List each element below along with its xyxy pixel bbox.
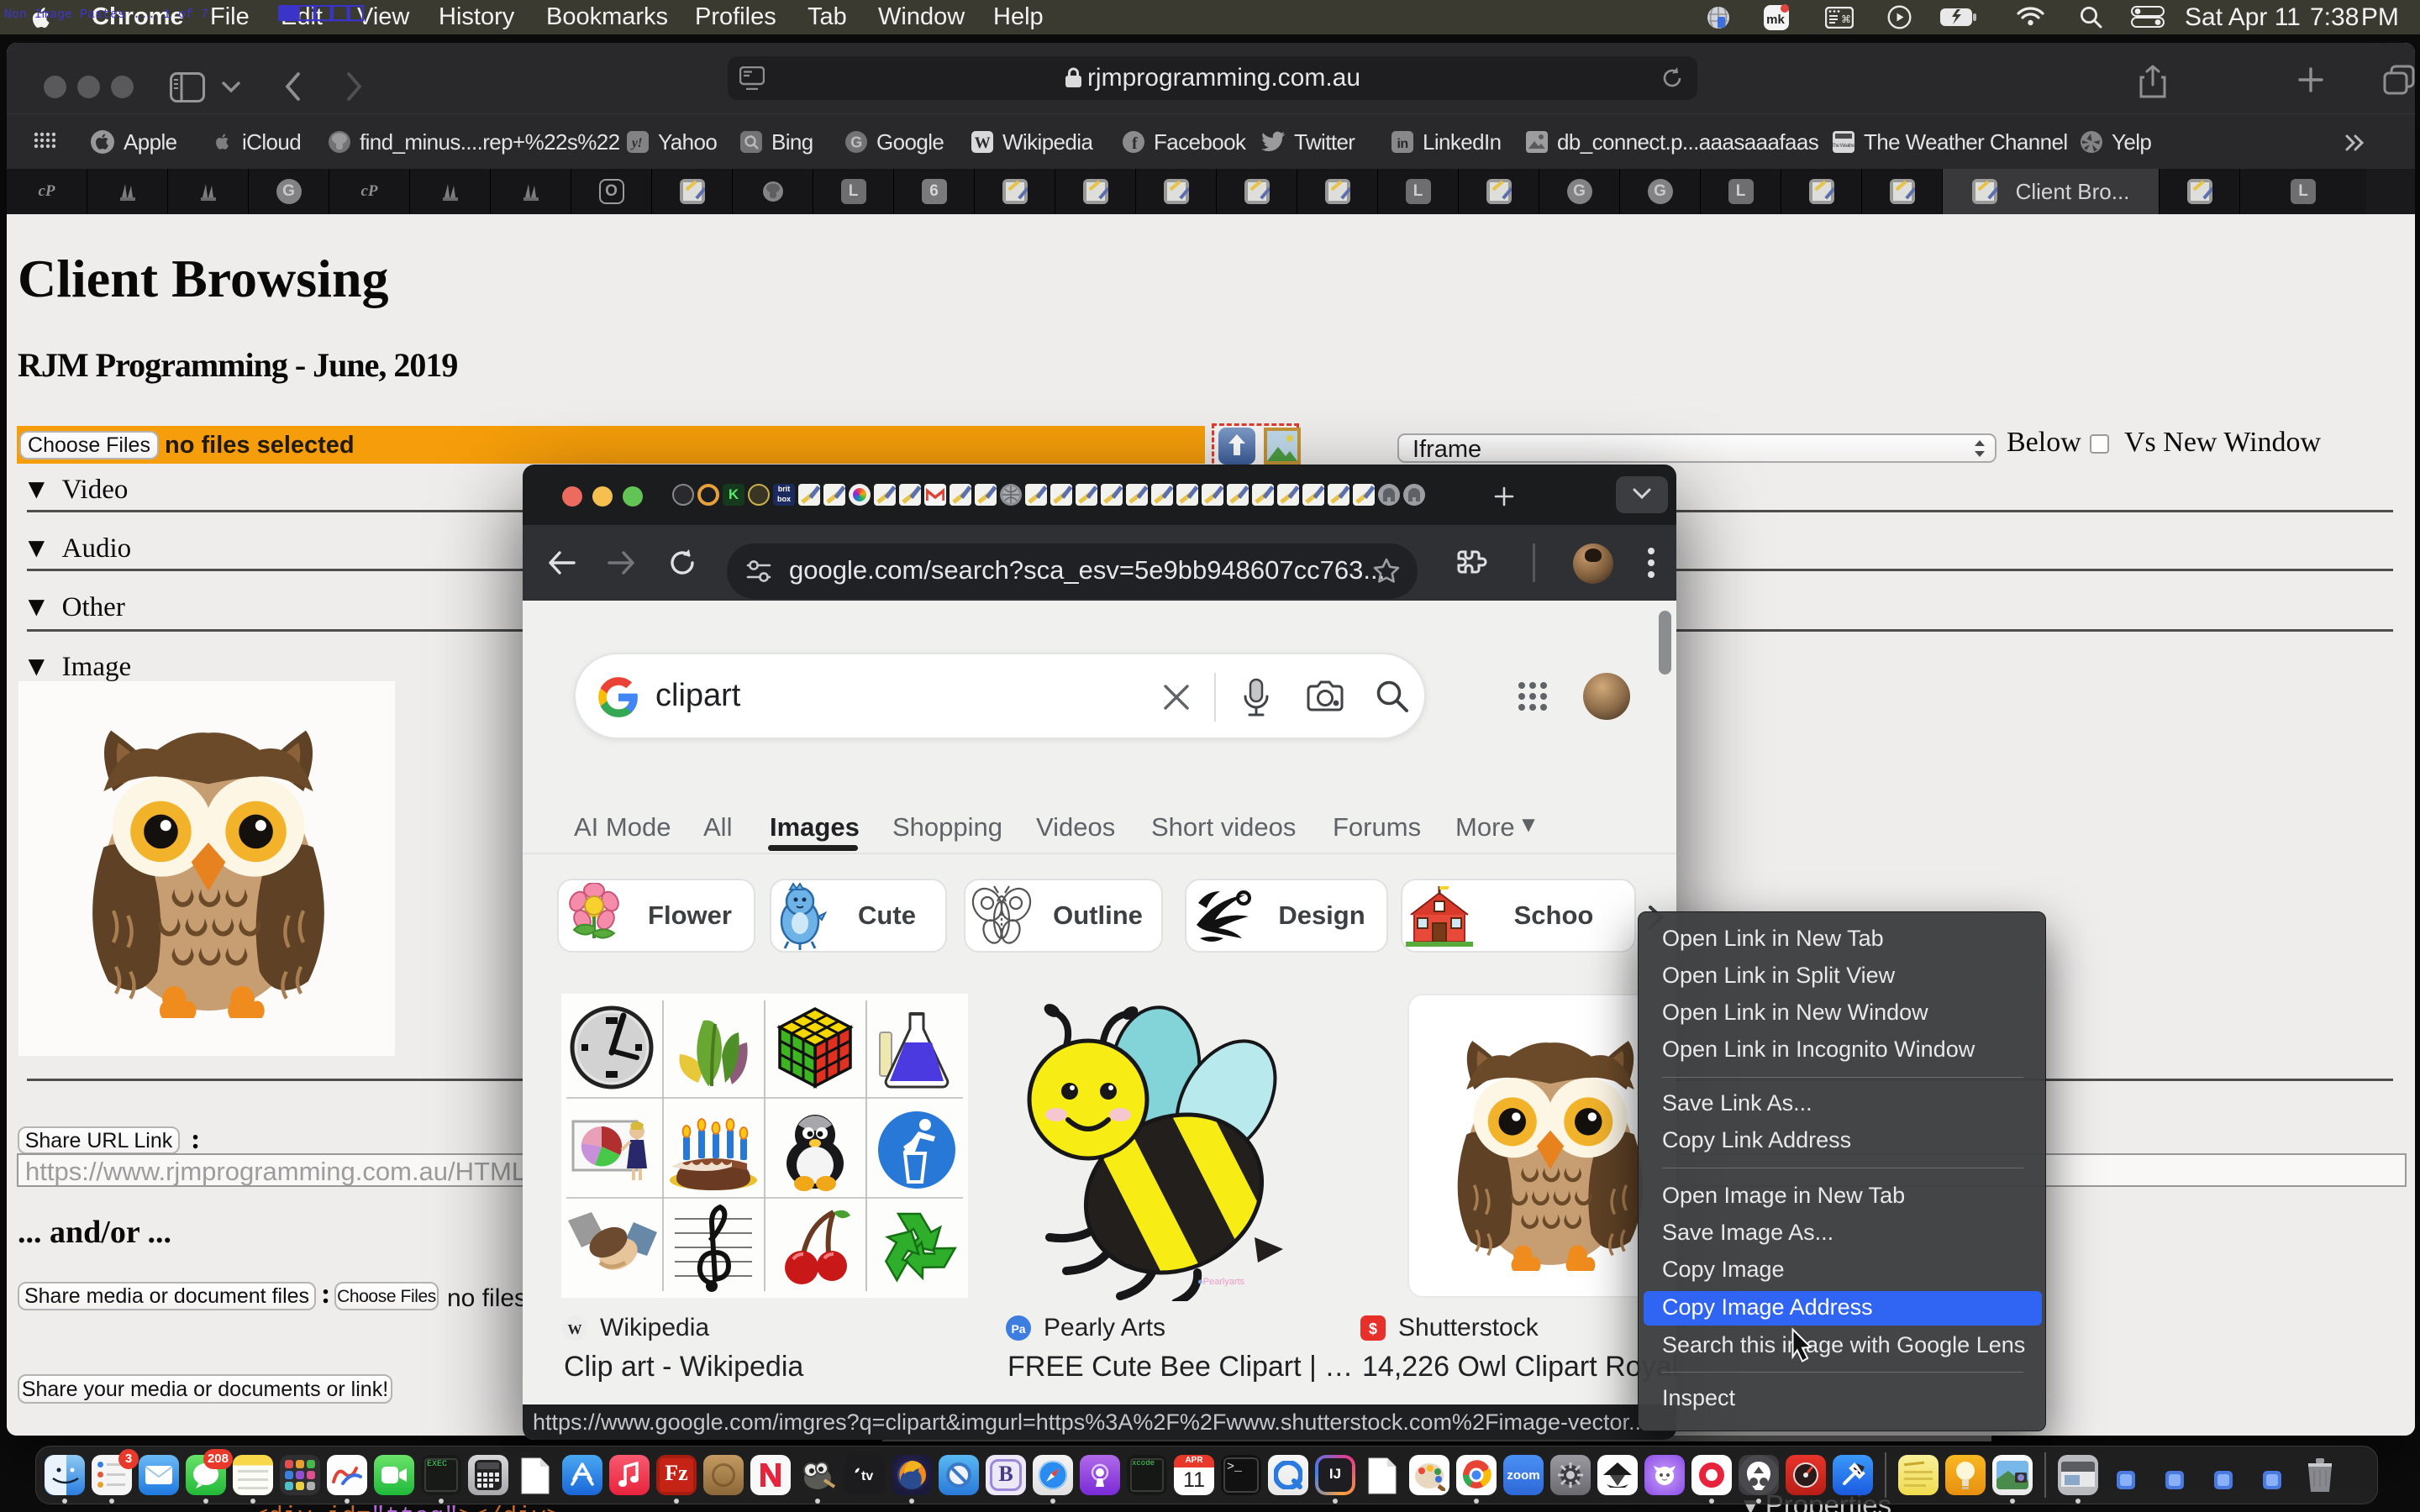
svg-text:y!: y! — [630, 136, 643, 150]
svg-text:$: $ — [1369, 1320, 1377, 1337]
svg-text:The Weather: The Weather — [1832, 144, 1855, 149]
svg-text:tv: tv — [861, 1469, 873, 1483]
svg-text:G: G — [850, 134, 861, 151]
svg-text:W: W — [568, 1321, 582, 1337]
svg-text:W: W — [975, 134, 991, 152]
svg-text:⌘: ⌘ — [1841, 13, 1851, 25]
svg-text:in: in — [1397, 137, 1407, 151]
svg-text:mk: mk — [1766, 13, 1785, 27]
svg-text:f: f — [1132, 134, 1138, 153]
svg-text:Pa: Pa — [1011, 1322, 1025, 1336]
